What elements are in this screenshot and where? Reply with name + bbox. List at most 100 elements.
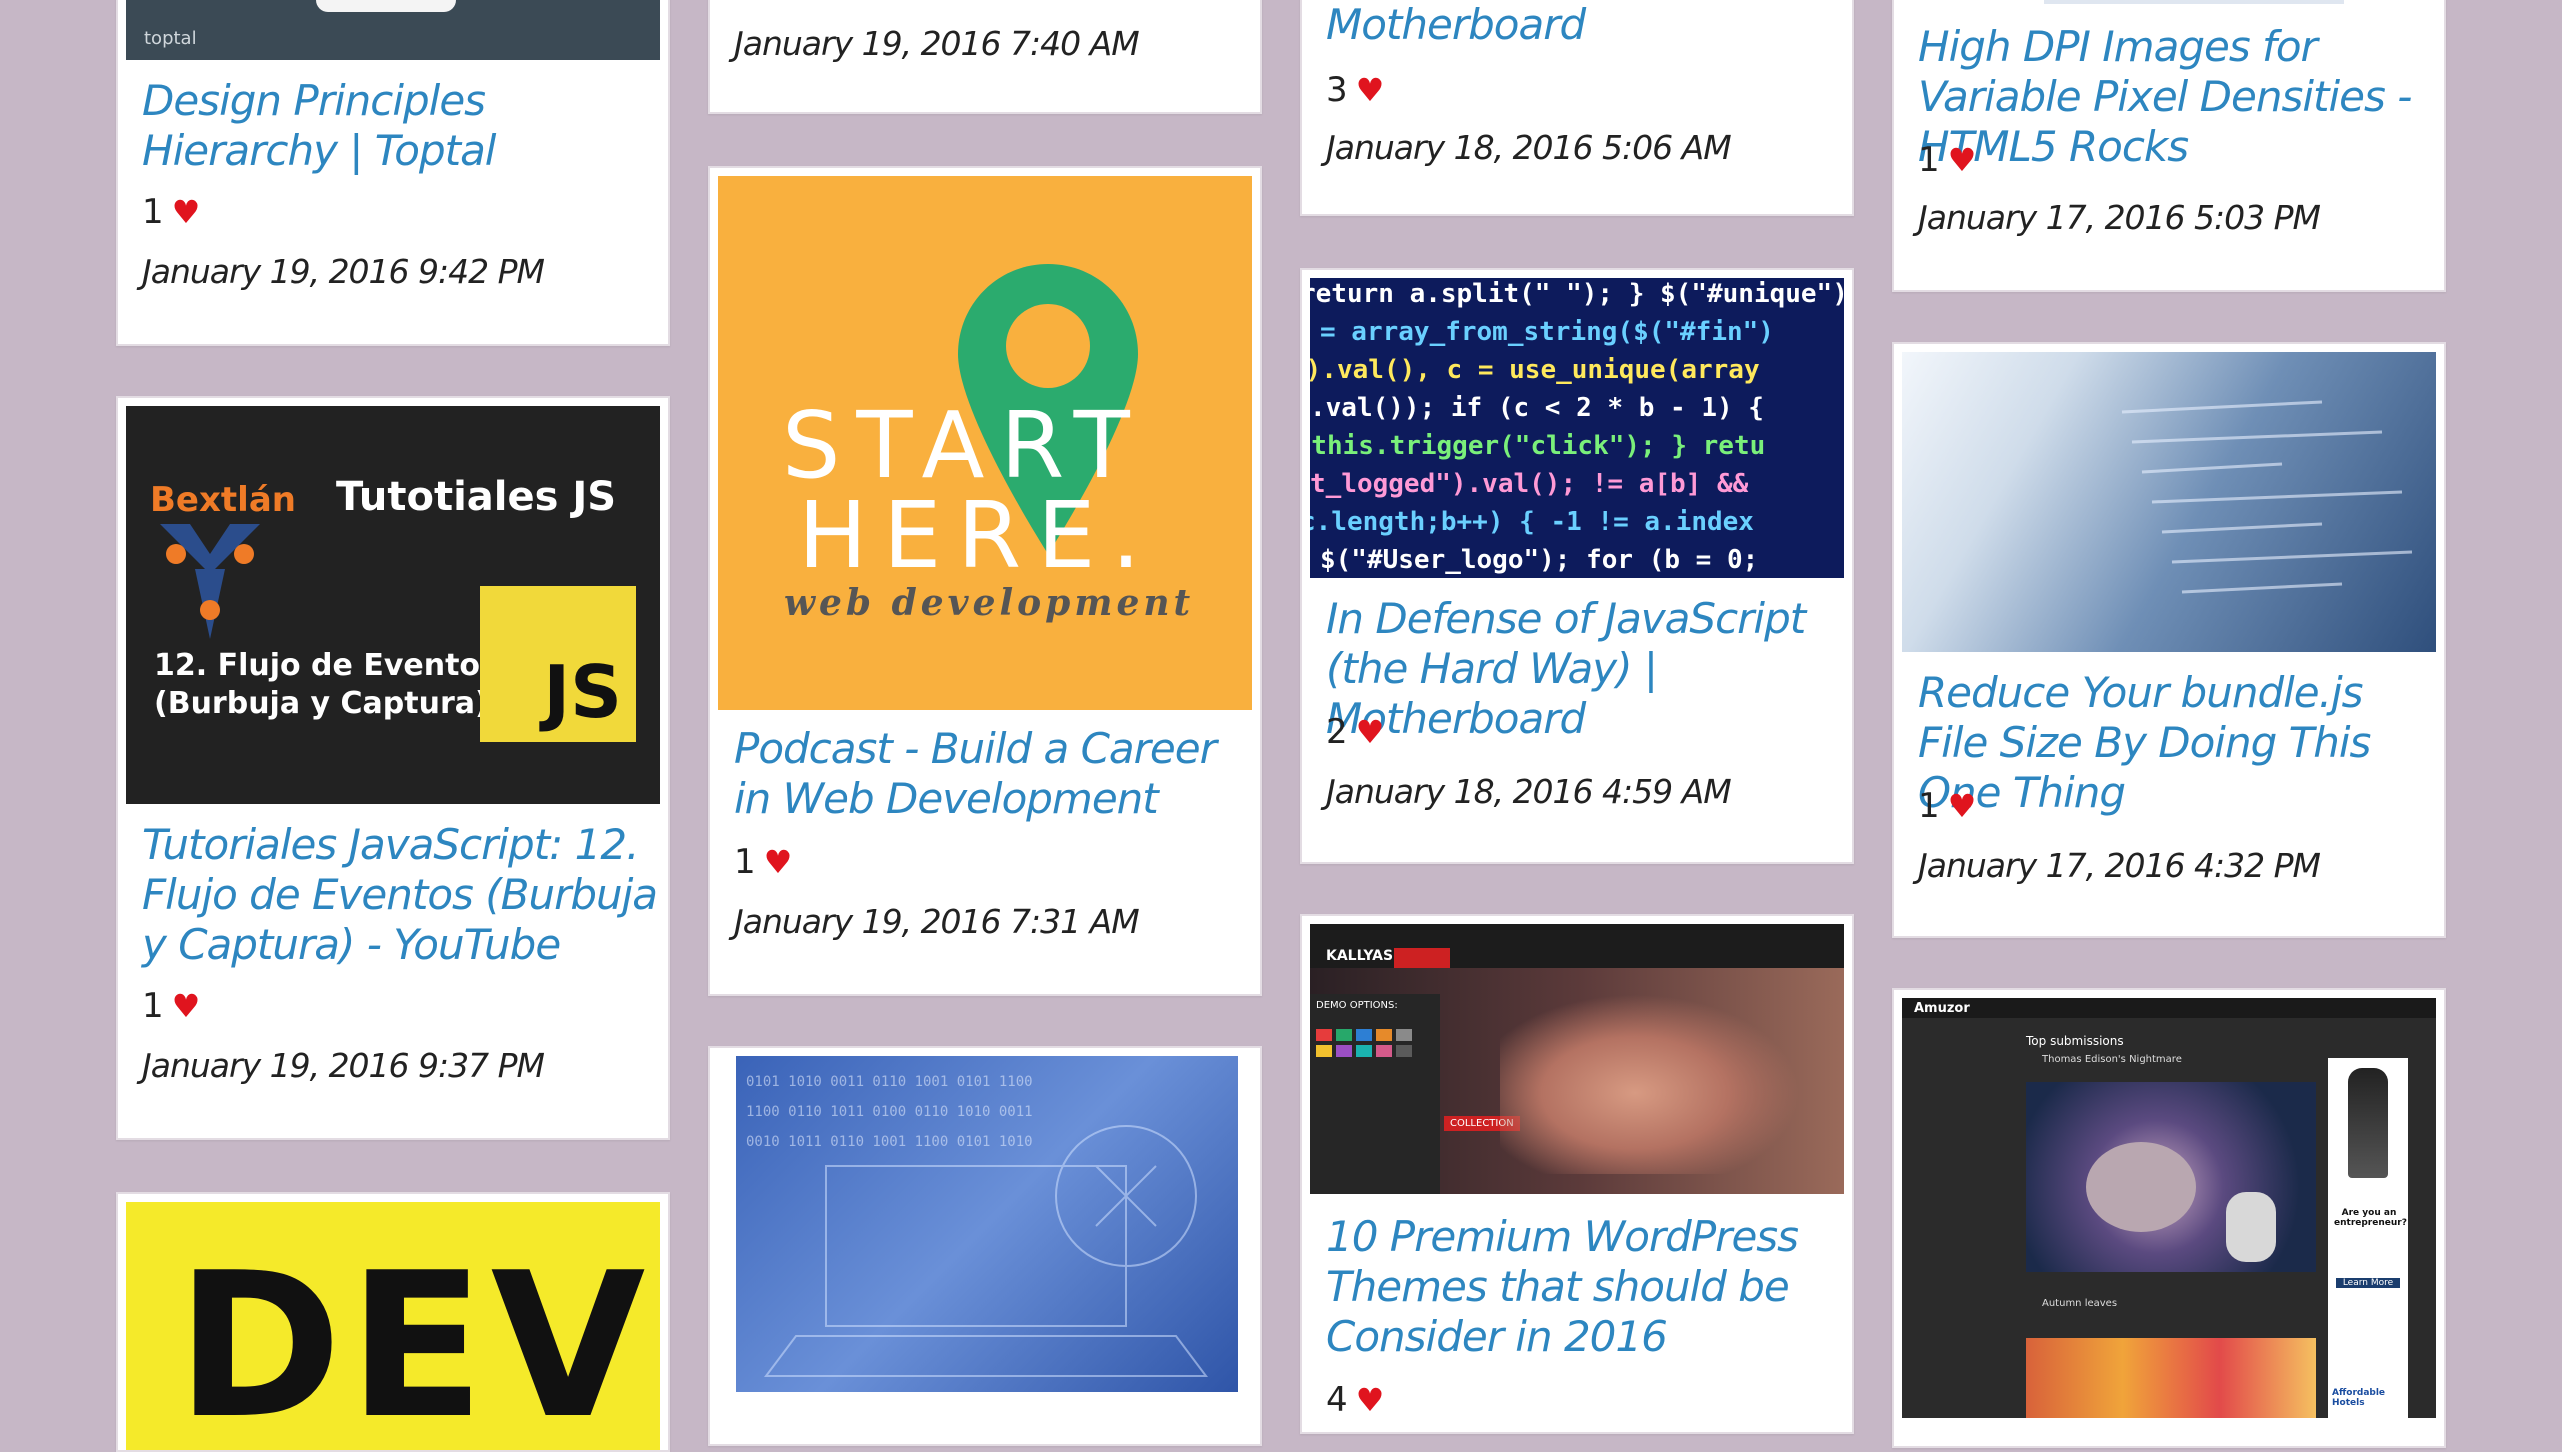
heart-icon[interactable]: ♥ [1356, 716, 1385, 748]
heart-icon[interactable]: ♥ [172, 990, 201, 1022]
card-title[interactable]: Motherboard [1326, 0, 1826, 50]
site-item-2: Autumn leaves [2042, 1298, 2118, 1309]
svg-text:0010 1011 0110 1001 1100 0101: 0010 1011 0110 1001 1100 0101 1010 [746, 1134, 1033, 1150]
card-thumbnail[interactable]: toptal [126, 0, 660, 60]
card-title[interactable]: High DPI Images for Variable Pixel Densi… [1918, 22, 2438, 172]
link-card[interactable]: January 19, 2016 7:40 AM [708, 0, 1262, 114]
card-thumbnail[interactable] [2044, 0, 2344, 4]
ad-figure [2348, 1068, 2388, 1178]
svg-text:").val(), c = use_unique(array: ").val(), c = use_unique(array [1310, 355, 1760, 385]
card-title[interactable]: Reduce Your bundle.js File Size By Doing… [1918, 668, 2438, 818]
like-number: 1 [142, 192, 164, 232]
like-count[interactable]: 1 ♥ [142, 986, 200, 1026]
js-badge-label: JS [543, 650, 622, 734]
heart-icon[interactable]: ♥ [1356, 74, 1385, 106]
like-number: 2 [1326, 712, 1348, 752]
link-card[interactable]: Bextlán Tutotiales JS 12. Flujo de Event… [116, 396, 670, 1140]
cartoon-figure [2226, 1192, 2276, 1262]
svg-text:= array_from_string($("#fin"): = array_from_string($("#fin") [1320, 317, 1774, 347]
link-card[interactable]: START HERE. web development Podcast - Bu… [708, 166, 1262, 996]
heart-icon[interactable]: ♥ [1948, 144, 1977, 176]
card-title[interactable]: In Defense of JavaScript (the Hard Way) … [1326, 594, 1826, 744]
card-title[interactable]: Tutoriales JavaScript: 12. Flujo de Even… [142, 820, 662, 970]
thumbnail-line-2: HERE. [798, 482, 1157, 589]
thumbnail-subtitle: web development [784, 582, 1195, 624]
thumbnail-logo-text: toptal [144, 28, 197, 49]
theme-brand: KALLYAS [1326, 948, 1394, 964]
card-thumbnail[interactable]: DEV [126, 1202, 660, 1452]
like-count[interactable]: 1 ♥ [1918, 140, 1976, 180]
svg-text:0101 1010 0011 0110 1001 0101: 0101 1010 0011 0110 1001 0101 1100 [746, 1074, 1033, 1090]
thumbnail-line-2: (Burbuja y Captura) [154, 686, 489, 721]
card-date: January 18, 2016 5:06 AM [1326, 128, 1732, 167]
card-thumbnail[interactable]: 0101 1010 0011 0110 1001 0101 1100 1100 … [736, 1056, 1238, 1392]
card-thumbnail[interactable] [1902, 352, 2436, 652]
like-count[interactable]: 3 ♥ [1326, 70, 1384, 110]
featured-image [2026, 1082, 2316, 1272]
like-number: 3 [1326, 70, 1348, 110]
thumbnail-line-1: 12. Flujo de Eventos [154, 648, 498, 683]
svg-text:.val()); if (c < 2 * b - 1) {: .val()); if (c < 2 * b - 1) { [1310, 393, 1764, 423]
svg-text:1100 0110 1011 0100 0110 1010: 1100 0110 1011 0100 0110 1010 0011 [746, 1104, 1033, 1120]
link-card[interactable]: return a.split(" "); } $("#unique") = ar… [1300, 268, 1854, 864]
card-title[interactable]: 10 Premium WordPress Themes that should … [1326, 1212, 1846, 1362]
card-title[interactable]: Podcast - Build a Career in Web Developm… [734, 724, 1234, 824]
link-card[interactable]: High DPI Images for Variable Pixel Densi… [1892, 0, 2446, 292]
link-card[interactable]: DEV [116, 1192, 670, 1452]
card-thumbnail[interactable]: Bextlán Tutotiales JS 12. Flujo de Event… [126, 406, 660, 804]
like-count[interactable]: 4 ♥ [1326, 1380, 1384, 1420]
link-card[interactable]: 0101 1010 0011 0110 1001 0101 1100 1100 … [708, 1046, 1262, 1446]
heart-icon[interactable]: ♥ [1948, 790, 1977, 822]
like-number: 1 [1918, 786, 1940, 826]
brand-logo-icon [160, 524, 260, 639]
ad-title: Are you an entrepreneur? [2334, 1208, 2407, 1228]
ad-button[interactable]: Learn More [2336, 1278, 2400, 1288]
card-title[interactable]: Design Principles Hierarchy | Toptal [142, 76, 642, 176]
ad-footer[interactable]: Affordable Hotels [2332, 1388, 2408, 1408]
color-swatches [1310, 1017, 1440, 1069]
svg-text:c.length;b++) { -1 != a.index: c.length;b++) { -1 != a.index [1310, 507, 1754, 537]
link-card[interactable]: Reduce Your bundle.js File Size By Doing… [1892, 342, 2446, 938]
svg-text:return a.split(" "); } $("#uni: return a.split(" "); } $("#unique") [1310, 279, 1844, 309]
link-card[interactable]: toptal Design Principles Hierarchy | Top… [116, 0, 670, 346]
thumbnail-heading: Tutotiales JS [336, 474, 617, 520]
like-number: 4 [1326, 1380, 1348, 1420]
like-number: 1 [734, 842, 756, 882]
svg-text:t_logged").val(); != a[b] &&: t_logged").val(); != a[b] && [1310, 469, 1749, 499]
card-thumbnail[interactable]: Amuzor Top submissions Thomas Edison's N… [1902, 998, 2436, 1418]
model-photo [1500, 994, 1800, 1174]
cartoon-ball [2086, 1142, 2196, 1232]
link-card[interactable]: Motherboard 3 ♥ January 18, 2016 5:06 AM [1300, 0, 1854, 216]
like-number: 1 [1918, 140, 1940, 180]
js-badge: JS [480, 586, 636, 742]
heart-icon[interactable]: ♥ [764, 846, 793, 878]
like-count[interactable]: 1 ♥ [734, 842, 792, 882]
like-number: 1 [142, 986, 164, 1026]
card-thumbnail[interactable]: KALLYAS DEMO OPTIONS: COLLECTION [1310, 924, 1844, 1194]
card-date: January 17, 2016 5:03 PM [1918, 198, 2321, 237]
card-date: January 17, 2016 4:32 PM [1918, 846, 2321, 885]
svg-text:$("#User_logo"); for (b = 0;: $("#User_logo"); for (b = 0; [1320, 545, 1758, 575]
like-count[interactable]: 1 ♥ [1918, 786, 1976, 826]
like-count[interactable]: 1 ♥ [142, 192, 200, 232]
thumbnail-text: DEV [176, 1230, 652, 1452]
svg-text:, this.trigger("click"); } ret: , this.trigger("click"); } retu [1310, 431, 1765, 461]
device-shape [316, 0, 456, 12]
site-heading: Top submissions [2026, 1034, 2124, 1048]
card-date: January 18, 2016 4:59 AM [1326, 772, 1732, 811]
theme-menu-active [1394, 948, 1450, 968]
code-screen-image: return a.split(" "); } $("#unique") = ar… [1310, 279, 1844, 575]
site-brand: Amuzor [1914, 1001, 1970, 1016]
heart-icon[interactable]: ♥ [172, 196, 201, 228]
ad-panel[interactable]: Are you an entrepreneur? Learn More Affo… [2328, 1058, 2408, 1418]
link-card[interactable]: KALLYAS DEMO OPTIONS: COLLECTION 10 Prem… [1300, 914, 1854, 1434]
card-thumbnail[interactable]: START HERE. web development [718, 176, 1252, 710]
binary-laptop-illustration: 0101 1010 0011 0110 1001 0101 1100 1100 … [746, 1074, 1208, 1377]
site-item-1: Thomas Edison's Nightmare [2042, 1054, 2182, 1065]
card-thumbnail[interactable]: return a.split(" "); } $("#unique") = ar… [1310, 278, 1844, 578]
like-count[interactable]: 2 ♥ [1326, 712, 1384, 752]
site-topbar [1902, 998, 2436, 1018]
card-date: January 19, 2016 9:37 PM [142, 1046, 545, 1085]
heart-icon[interactable]: ♥ [1356, 1384, 1385, 1416]
link-card[interactable]: Amuzor Top submissions Thomas Edison's N… [1892, 988, 2446, 1448]
